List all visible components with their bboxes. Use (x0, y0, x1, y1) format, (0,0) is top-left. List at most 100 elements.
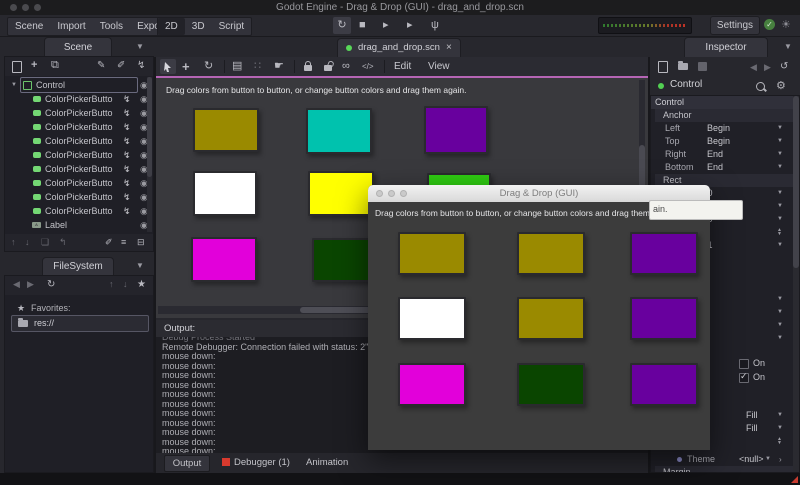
tree-row[interactable]: ColorPickerButto↯◉ (5, 204, 153, 218)
script-attached-icon[interactable]: ↯ (123, 92, 131, 106)
pan-hand-icon[interactable]: ☛ (274, 57, 284, 76)
list-select-icon[interactable]: ▤ (232, 57, 242, 76)
settings-button[interactable]: Settings (710, 16, 760, 35)
dropdown-arrow-icon[interactable]: ▼ (777, 200, 783, 213)
tab-debugger[interactable]: Debugger (1) (234, 455, 290, 471)
tree-row-label[interactable]: ALabel◉ (5, 218, 153, 232)
collapse-arrow-icon[interactable]: ▼ (11, 78, 17, 92)
deploy-antenna-icon[interactable]: ψ (431, 17, 439, 34)
res-root-row[interactable]: res:// (11, 315, 149, 332)
script-attached-icon[interactable]: ↯ (123, 106, 131, 120)
script-flash-icon[interactable]: ↯ (137, 57, 145, 74)
dropdown-arrow-icon[interactable]: ▼ (777, 306, 783, 319)
script-attached-icon[interactable]: ↯ (123, 190, 131, 204)
history-forward-icon[interactable]: ▶ (27, 276, 34, 293)
history-icon[interactable]: ↺ (780, 57, 788, 77)
tree-row[interactable]: ColorPickerButto↯◉ (5, 120, 153, 134)
script-attached-icon[interactable]: ↯ (123, 134, 131, 148)
rescan-icon[interactable]: ↻ (47, 276, 55, 293)
dropdown-arrow-icon[interactable]: ▼ (777, 293, 783, 306)
color-button[interactable] (424, 106, 488, 154)
tab-animation[interactable]: Animation (306, 455, 348, 471)
game-color-button[interactable] (517, 363, 585, 406)
color-button[interactable] (193, 108, 259, 152)
move-down-icon[interactable]: ↓ (25, 234, 30, 251)
dropdown-arrow-icon[interactable]: ▼ (777, 213, 783, 226)
expand-corner-icon[interactable] (791, 476, 798, 483)
color-button[interactable] (191, 237, 257, 282)
code-icon[interactable]: </> (362, 57, 374, 76)
dropdown-arrow-icon[interactable]: ▼ (777, 161, 783, 174)
dropdown-arrow-icon[interactable]: ▼ (777, 409, 783, 422)
color-button[interactable] (306, 108, 372, 154)
search-icon[interactable] (756, 82, 765, 91)
dropdown-arrow-icon[interactable]: ▼ (777, 319, 783, 332)
game-color-button[interactable] (630, 232, 698, 275)
delete-node-icon[interactable]: ⊟ (137, 234, 145, 251)
save-resource-icon[interactable] (698, 62, 707, 71)
move-up-icon[interactable]: ↑ (11, 234, 16, 251)
replay-icon[interactable]: ↻ (333, 17, 351, 34)
unlock-icon[interactable] (324, 65, 332, 71)
game-color-button[interactable] (630, 297, 698, 340)
inspector-scrollbar[interactable] (793, 96, 799, 473)
tree-row[interactable]: ColorPickerButto↯◉ (5, 92, 153, 106)
dropdown-arrow-icon[interactable]: ▼ (777, 239, 783, 252)
gear-icon[interactable]: ⚙ (776, 79, 786, 92)
filter-icon[interactable]: ≡ (121, 234, 126, 251)
property-value[interactable]: End (707, 148, 723, 161)
sun-icon[interactable]: ☀ (781, 18, 791, 31)
inspector-dock-dropdown-icon[interactable]: ▼ (784, 42, 792, 51)
color-button[interactable] (193, 171, 257, 216)
menu-scene[interactable]: Scene (8, 18, 50, 35)
running-game-window[interactable]: Drag & Drop (GUI) Drag colors from butto… (368, 185, 710, 450)
section-control[interactable]: Control (651, 96, 797, 109)
clear-script-icon[interactable]: ✐ (117, 57, 125, 74)
color-button[interactable] (308, 171, 374, 216)
tree-row[interactable]: ColorPickerButto↯◉ (5, 106, 153, 120)
tab-scene-file[interactable]: drag_and_drop.scn × (337, 38, 461, 57)
load-resource-icon[interactable] (678, 63, 688, 70)
inspector-scrollbar-thumb[interactable] (793, 96, 799, 268)
checkbox-icon[interactable] (739, 359, 749, 369)
dropdown-arrow-icon[interactable]: ▼ (777, 148, 783, 161)
instance-scene-icon[interactable]: ⧉ (51, 57, 59, 74)
move-file-up-icon[interactable]: ↑ (109, 276, 114, 293)
duplicate-icon[interactable]: ❏ (41, 234, 49, 251)
game-color-button[interactable] (630, 363, 698, 406)
game-color-button[interactable] (517, 232, 585, 275)
dropdown-arrow-icon[interactable]: ▼ (777, 135, 783, 148)
property-value[interactable]: Fill (746, 422, 758, 435)
dropdown-arrow-icon[interactable]: ▼ (777, 122, 783, 135)
tree-row-root[interactable]: ▼ Control ◉ (5, 78, 153, 92)
script-attached-icon[interactable]: ↯ (123, 162, 131, 176)
checkbox-checked-icon[interactable] (739, 373, 749, 383)
snap-icon[interactable]: ∷ (254, 57, 261, 76)
color-button[interactable] (312, 238, 376, 282)
rotate-tool-icon[interactable]: ↻ (204, 57, 213, 76)
scene-tree-scrollbar-thumb[interactable] (147, 77, 152, 177)
play-scene-icon[interactable]: ▸ (383, 17, 389, 34)
game-color-button[interactable] (398, 232, 466, 275)
dropdown-arrow-icon[interactable]: ▼ (777, 422, 783, 435)
scene-tree-scrollbar[interactable] (147, 77, 152, 232)
property-value[interactable]: End (707, 161, 723, 174)
game-color-button[interactable] (398, 363, 466, 406)
tree-row[interactable]: ColorPickerButto↯◉ (5, 134, 153, 148)
mode-2d-button[interactable]: 2D (158, 18, 185, 35)
play-custom-scene-icon[interactable]: ▸ (407, 17, 413, 34)
game-color-button[interactable] (398, 297, 466, 340)
new-node-icon[interactable] (12, 61, 22, 73)
tree-row[interactable]: ColorPickerButto↯◉ (5, 176, 153, 190)
expand-resource-icon[interactable]: › (779, 453, 782, 466)
section-anchor[interactable]: Anchor (655, 109, 793, 122)
tab-output[interactable]: Output (164, 455, 210, 472)
property-value[interactable]: Begin (707, 122, 730, 135)
game-color-button[interactable] (517, 297, 585, 340)
section-margin[interactable]: Margin (655, 466, 793, 473)
tab-filesystem-dock[interactable]: FileSystem (42, 257, 114, 276)
revert-dot-icon[interactable] (677, 457, 682, 462)
script-attached-icon[interactable]: ↯ (123, 148, 131, 162)
stop-icon[interactable]: ■ (359, 17, 366, 34)
tree-row[interactable]: ColorPickerButto↯◉ (5, 148, 153, 162)
